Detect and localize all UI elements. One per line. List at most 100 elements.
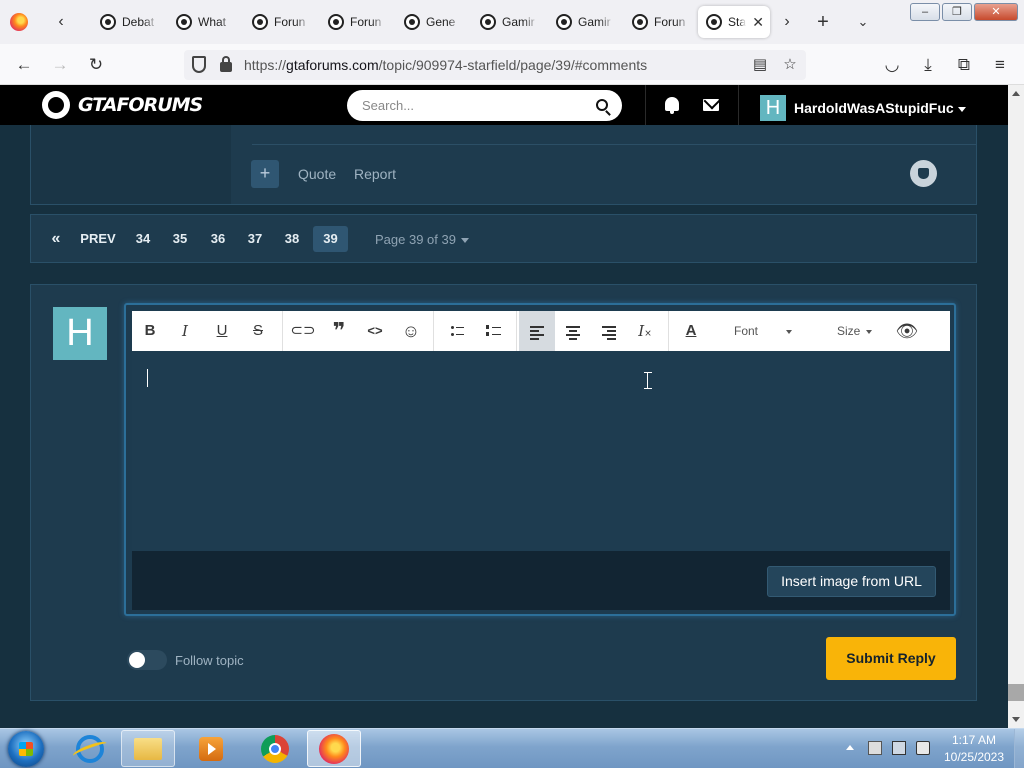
toolbar-separator <box>433 311 434 351</box>
underline-button[interactable]: U <box>204 311 240 351</box>
link-icon[interactable]: ⊂⊃ <box>285 311 321 351</box>
bookmark-star-icon[interactable]: ☆ <box>780 55 800 75</box>
tab-title: Forun <box>274 15 306 29</box>
browser-tab-active[interactable]: Sta ✕ <box>698 6 770 38</box>
page-link[interactable]: 36 <box>205 226 231 252</box>
size-label: Size <box>837 324 861 338</box>
gtaforums-logo[interactable]: GTAFORUMS <box>42 91 203 119</box>
new-tab-icon[interactable]: + <box>812 11 834 33</box>
clock-date[interactable]: 10/25/2023 <box>938 750 1010 764</box>
insert-image-url-button[interactable]: Insert image from URL <box>767 566 936 597</box>
multiquote-plus-button[interactable]: + <box>251 160 279 188</box>
toolbar-separator <box>668 311 669 351</box>
numbered-list-icon[interactable] <box>474 311 510 351</box>
scrollbar-thumb[interactable] <box>1008 684 1024 701</box>
url-text[interactable]: https://gtaforums.com/topic/909974-starf… <box>244 50 647 80</box>
tab-scroll-left-icon[interactable]: ‹ <box>50 11 72 33</box>
maximize-icon[interactable]: ❐ <box>942 3 972 21</box>
mouse-ibeam-cursor-icon <box>644 372 652 389</box>
downloads-icon[interactable]: ⤓ <box>916 53 940 77</box>
back-arrow-icon[interactable]: ← <box>12 53 36 77</box>
url-bar[interactable]: https://gtaforums.com/topic/909974-starf… <box>184 50 806 80</box>
browser-tab-6[interactable]: Gamir <box>472 6 546 38</box>
reaction-like-icon[interactable] <box>910 160 937 187</box>
action-center-flag-icon[interactable] <box>868 741 882 755</box>
search-input[interactable] <box>362 90 582 121</box>
align-left-icon[interactable] <box>519 311 555 351</box>
page-jump-dropdown[interactable]: Page 39 of 39 <box>375 232 469 247</box>
strikethrough-button[interactable]: S <box>240 311 276 351</box>
extensions-icon[interactable]: ⧉ <box>952 53 976 77</box>
network-icon[interactable] <box>892 741 906 755</box>
search-icon[interactable] <box>596 99 608 111</box>
tab-title: Gene <box>426 15 456 29</box>
page-link[interactable]: 34 <box>130 226 156 252</box>
forward-arrow-icon[interactable]: → <box>48 53 72 77</box>
emoji-icon[interactable]: ☺ <box>393 311 429 351</box>
toolbar-separator <box>282 311 283 351</box>
quote-link[interactable]: Quote <box>298 166 336 182</box>
follow-topic-toggle[interactable] <box>127 650 167 670</box>
text-color-button[interactable]: A <box>673 311 709 351</box>
lock-icon[interactable] <box>220 56 232 72</box>
scroll-down-arrow-icon[interactable] <box>1012 717 1020 722</box>
clock-time[interactable]: 1:17 AM <box>938 733 1010 747</box>
font-family-dropdown[interactable]: Font <box>734 311 793 351</box>
prev-page-link[interactable]: PREV <box>78 226 118 252</box>
reader-view-icon[interactable]: ▤ <box>750 55 770 75</box>
site-search[interactable] <box>347 90 622 121</box>
close-window-icon[interactable]: ✕ <box>974 3 1018 21</box>
font-size-dropdown[interactable]: Size <box>837 311 873 351</box>
show-desktop-button[interactable] <box>1014 729 1024 768</box>
preview-eye-icon[interactable]: 👁 <box>889 311 925 351</box>
gtaforums-favicon-icon <box>404 14 420 30</box>
close-tab-icon[interactable]: ✕ <box>752 6 764 38</box>
follow-topic-label: Follow topic <box>175 653 244 668</box>
code-icon[interactable]: <> <box>357 311 393 351</box>
page-scrollbar[interactable] <box>1008 85 1024 728</box>
first-page-icon[interactable]: « <box>46 226 66 252</box>
browser-tab-1[interactable]: Debat <box>92 6 166 38</box>
tab-title: What <box>198 15 227 29</box>
italic-button[interactable]: I <box>167 311 203 351</box>
page-link[interactable]: 37 <box>242 226 268 252</box>
browser-tab-bar: ‹ Debat What Forun Forun Gene Gamir Gami… <box>0 0 1024 44</box>
report-link[interactable]: Report <box>354 166 396 182</box>
quote-icon[interactable]: ❞ <box>321 311 357 351</box>
bold-button[interactable]: B <box>132 311 168 351</box>
scroll-up-arrow-icon[interactable] <box>1012 91 1020 96</box>
browser-tab-2[interactable]: What <box>168 6 242 38</box>
browser-tab-7[interactable]: Gamir <box>548 6 622 38</box>
user-menu[interactable]: HardoldWasAStupidFuc <box>794 100 966 116</box>
submit-reply-button[interactable]: Submit Reply <box>826 637 956 680</box>
browser-tab-8[interactable]: Forun <box>624 6 698 38</box>
tab-scroll-right-icon[interactable]: › <box>776 11 798 33</box>
user-avatar[interactable]: H <box>760 95 786 121</box>
align-right-icon[interactable] <box>591 311 627 351</box>
browser-tab-3[interactable]: Forun <box>244 6 318 38</box>
bulleted-list-icon[interactable] <box>438 311 474 351</box>
reload-icon[interactable]: ↻ <box>84 53 108 77</box>
logo-text: GTAFORUMS <box>78 94 203 116</box>
show-hidden-icons-arrow-icon[interactable] <box>846 745 854 750</box>
tab-title: Sta <box>728 15 746 29</box>
remove-format-icon[interactable]: I× <box>627 311 663 351</box>
messages-envelope-icon[interactable] <box>703 99 719 111</box>
menu-hamburger-icon[interactable]: ≡ <box>988 53 1012 77</box>
align-center-icon[interactable] <box>555 311 591 351</box>
browser-tab-5[interactable]: Gene <box>396 6 470 38</box>
minimize-icon[interactable]: – <box>910 3 940 21</box>
tracking-shield-icon[interactable] <box>192 56 206 73</box>
page-link[interactable]: 38 <box>279 226 305 252</box>
page-link[interactable]: 35 <box>167 226 193 252</box>
font-label: Font <box>734 324 759 338</box>
editor-text-area[interactable] <box>132 351 950 551</box>
page-link-current[interactable]: 39 <box>313 226 348 252</box>
list-tabs-chevron-down-icon[interactable]: ⌄ <box>852 11 874 33</box>
pocket-icon[interactable]: ◡ <box>880 53 904 77</box>
firefox-logo-icon[interactable] <box>10 13 28 31</box>
volume-muted-icon[interactable] <box>916 741 930 755</box>
notifications-bell-icon[interactable] <box>665 97 679 114</box>
browser-tab-4[interactable]: Forun <box>320 6 394 38</box>
start-button[interactable] <box>8 731 44 767</box>
